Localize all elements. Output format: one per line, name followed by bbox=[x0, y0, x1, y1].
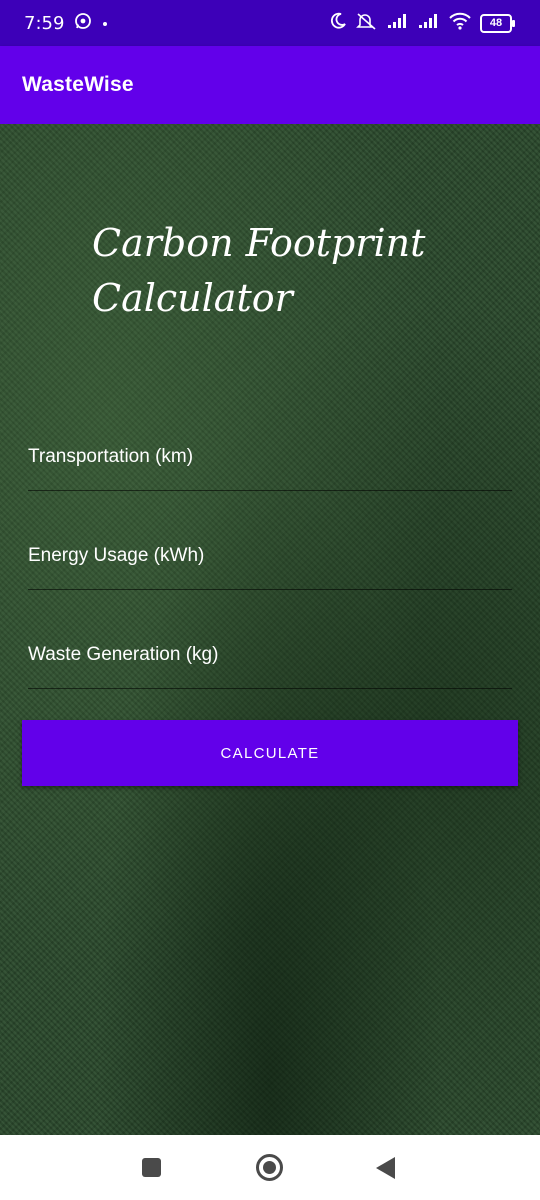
transportation-field[interactable] bbox=[28, 424, 512, 492]
waste-generation-field[interactable] bbox=[28, 622, 512, 690]
transportation-input[interactable] bbox=[28, 424, 512, 490]
field-underline bbox=[28, 688, 512, 689]
mute-icon bbox=[356, 12, 378, 35]
app-title: WasteWise bbox=[22, 73, 134, 96]
field-underline bbox=[28, 589, 512, 590]
back-triangle-icon[interactable] bbox=[376, 1157, 395, 1179]
status-right: 48 bbox=[329, 0, 515, 46]
status-time: 7:59 bbox=[24, 12, 65, 34]
dot-icon bbox=[102, 14, 108, 32]
page-title: Carbon Footprint Calculator bbox=[92, 221, 426, 320]
status-bar: 7:59 48 bbox=[0, 0, 540, 46]
recents-square-icon[interactable] bbox=[142, 1158, 161, 1177]
main-content: Carbon Footprint Calculator CALCULATE bbox=[0, 124, 540, 1135]
signal-icon bbox=[387, 13, 409, 34]
status-left: 7:59 bbox=[24, 0, 108, 46]
moon-icon bbox=[329, 12, 347, 35]
wifi-icon bbox=[449, 12, 471, 35]
app-bar: WasteWise bbox=[0, 46, 540, 124]
whatsapp-icon bbox=[74, 12, 92, 35]
signal-icon bbox=[418, 13, 440, 34]
waste-generation-input[interactable] bbox=[28, 622, 512, 688]
energy-usage-field[interactable] bbox=[28, 523, 512, 591]
battery-icon: 48 bbox=[480, 13, 515, 33]
calculate-button[interactable]: CALCULATE bbox=[22, 720, 518, 786]
navigation-bar bbox=[0, 1135, 540, 1200]
home-circle-icon[interactable] bbox=[256, 1154, 283, 1181]
energy-usage-input[interactable] bbox=[28, 523, 512, 589]
field-underline bbox=[28, 490, 512, 491]
